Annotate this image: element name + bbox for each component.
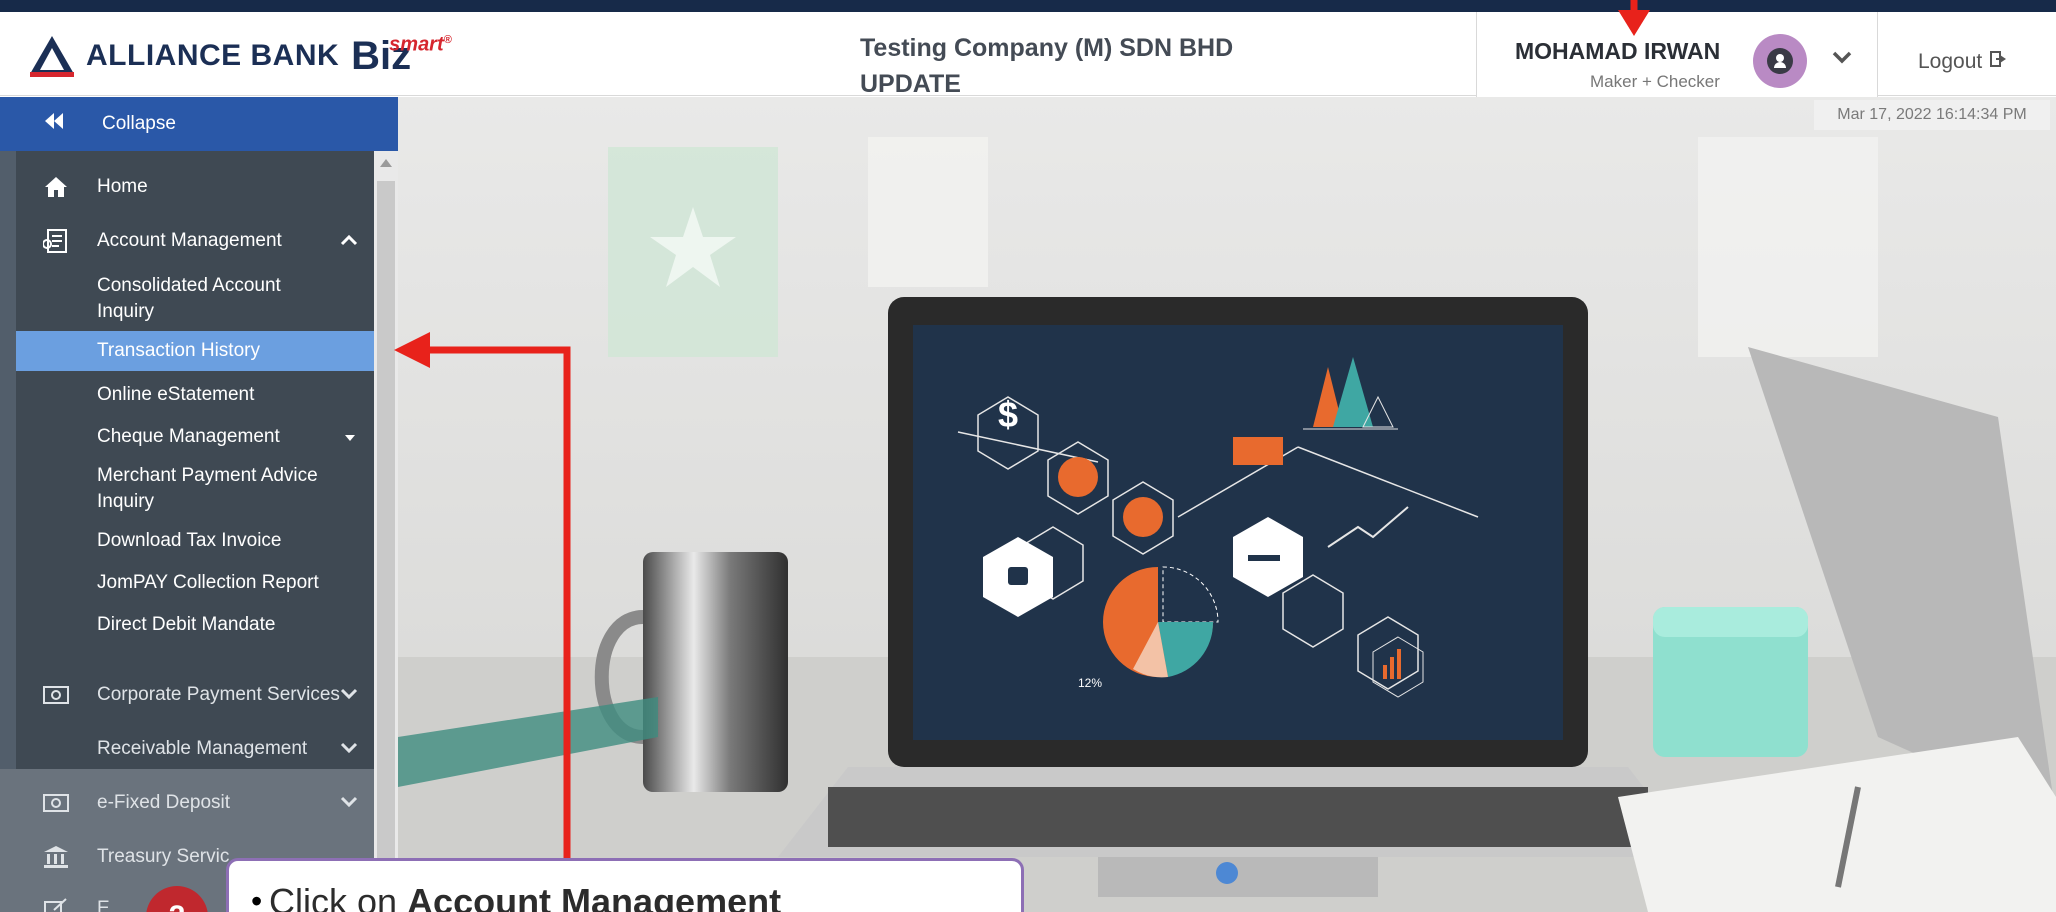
sidebar-item-label: Corporate Payment Services bbox=[97, 684, 340, 705]
dashboard-banner: $ 12% bbox=[398, 97, 2056, 912]
carousel-indicator[interactable] bbox=[1216, 862, 1238, 884]
sidebar-item-label: JomPAY Collection Report bbox=[97, 572, 319, 593]
sidebar-item-label: Account Management bbox=[97, 230, 282, 251]
sidebar-item-account-management[interactable]: Account Management bbox=[0, 217, 374, 265]
scrollbar-thumb[interactable] bbox=[377, 181, 395, 881]
sidebar-item-label: Direct Debit Mandate bbox=[97, 614, 276, 635]
callout-bullet: • bbox=[251, 883, 263, 912]
user-name: MOHAMAD IRWAN bbox=[1515, 38, 1721, 64]
banknote-icon bbox=[42, 681, 70, 709]
user-role: Maker + Checker bbox=[1590, 72, 1720, 91]
callout-prefix: Click on bbox=[269, 881, 408, 912]
sidebar-item-download-tax-invoice[interactable]: Download Tax Invoice bbox=[0, 521, 374, 561]
brand-biz: Biz smart® bbox=[351, 34, 452, 78]
sidebar-item-label: Cheque Management bbox=[97, 426, 280, 447]
sidebar-item-corporate-payment-services[interactable]: Corporate Payment Services bbox=[0, 675, 374, 715]
collapse-button[interactable]: Collapse bbox=[0, 97, 398, 151]
current-datetime: Mar 17, 2022 16:14:34 PM bbox=[1814, 100, 2050, 130]
sidebar-item-label: E bbox=[97, 898, 110, 912]
company-name-line1: Testing Company (M) SDN BHD bbox=[860, 34, 1234, 62]
sidebar-item-label: Consolidated Account Inquiry bbox=[97, 275, 281, 322]
chevron-down-icon bbox=[340, 738, 358, 760]
sidebar-item-e-fixed-deposit[interactable]: e-Fixed Deposit bbox=[0, 783, 374, 823]
alliance-logo-icon bbox=[28, 34, 76, 78]
banknote-icon bbox=[42, 789, 70, 817]
chevron-down-icon[interactable] bbox=[1827, 42, 1857, 72]
sidebar-item-label: Transaction History bbox=[97, 340, 260, 361]
user-avatar-icon bbox=[1767, 48, 1793, 74]
sidebar-item-receivable-management[interactable]: Receivable Management bbox=[0, 729, 374, 769]
bank-building-icon bbox=[42, 843, 70, 871]
brand-smart: smart® bbox=[389, 18, 452, 67]
top-strip bbox=[0, 0, 2056, 12]
logout-icon bbox=[1990, 50, 2010, 74]
logout-button[interactable]: Logout bbox=[1918, 50, 2010, 74]
sidebar-item-label: Home bbox=[97, 176, 148, 197]
sidebar-item-label: e-Fixed Deposit bbox=[97, 792, 231, 813]
scroll-up-arrow-icon[interactable] bbox=[380, 159, 392, 167]
sidebar-item-label: Treasury Servic bbox=[97, 846, 230, 867]
sidebar-item-label: Receivable Management bbox=[97, 738, 308, 759]
sidebar: Collapse Home Account Management Consoli… bbox=[0, 97, 398, 912]
instruction-callout: • Click on Account Management bbox=[226, 858, 1024, 912]
banner-illustration: $ 12% bbox=[398, 97, 2056, 912]
sidebar-item-online-estatement[interactable]: Online eStatement bbox=[0, 375, 374, 415]
chevron-down-icon bbox=[340, 684, 358, 706]
sidebar-item-transaction-history[interactable]: Transaction History bbox=[16, 331, 374, 371]
svg-text:12%: 12% bbox=[1078, 676, 1102, 690]
chevron-down-icon bbox=[340, 792, 358, 814]
sidebar-item-label: Download Tax Invoice bbox=[97, 530, 282, 551]
sidebar-item-label: Online eStatement bbox=[97, 384, 255, 405]
home-icon bbox=[42, 173, 70, 201]
ledger-icon bbox=[42, 227, 70, 255]
svg-text:$: $ bbox=[998, 394, 1018, 435]
edit-icon bbox=[42, 895, 70, 912]
chevron-up-icon bbox=[340, 230, 358, 252]
logout-label: Logout bbox=[1918, 50, 1983, 73]
sidebar-item-direct-debit-mandate[interactable]: Direct Debit Mandate bbox=[0, 605, 374, 645]
alliance-bank-logo[interactable]: ALLIANCE BANK Biz smart® bbox=[28, 32, 452, 78]
caret-down-icon bbox=[344, 426, 356, 448]
company-name: Testing Company (M) SDN BHD UPDATE bbox=[860, 30, 1233, 102]
callout-bold: Account Management bbox=[407, 881, 782, 912]
sidebar-item-home[interactable]: Home bbox=[0, 163, 374, 211]
avatar[interactable] bbox=[1753, 34, 1807, 88]
callout-text: Click on Account Management bbox=[269, 881, 781, 912]
brand-registered-mark: ® bbox=[443, 34, 452, 46]
sidebar-item-merchant-payment-advice-inquiry[interactable]: Merchant Payment Advice Inquiry bbox=[0, 461, 374, 517]
sidebar-scrollbar[interactable] bbox=[374, 151, 398, 912]
sidebar-item-cheque-management[interactable]: Cheque Management bbox=[0, 417, 374, 457]
sidebar-item-jompay-collection-report[interactable]: JomPAY Collection Report bbox=[0, 563, 374, 603]
sidebar-item-consolidated-account-inquiry[interactable]: Consolidated Account Inquiry bbox=[0, 271, 374, 327]
collapse-label: Collapse bbox=[102, 113, 176, 134]
brand-smart-text: smart bbox=[389, 33, 444, 56]
double-chevron-left-icon bbox=[44, 113, 74, 135]
sidebar-item-label: Merchant Payment Advice Inquiry bbox=[97, 465, 318, 512]
brand-name: ALLIANCE BANK bbox=[86, 39, 340, 72]
